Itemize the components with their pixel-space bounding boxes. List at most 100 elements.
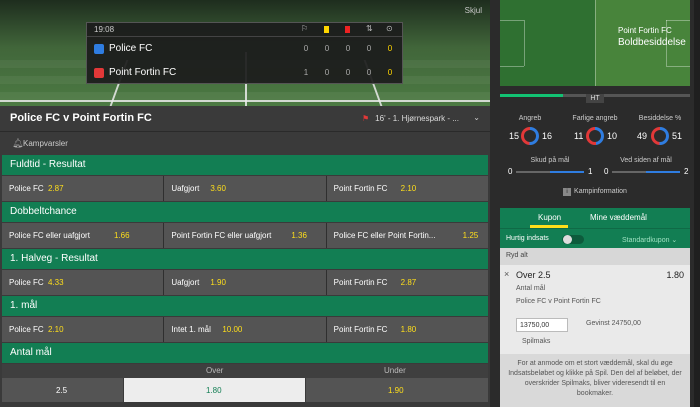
stake-input[interactable] (516, 318, 568, 332)
home-red-cards: 0 (345, 44, 351, 53)
odds-button[interactable]: Police FC 2.10 (2, 317, 164, 342)
bet-odds: 1.80 (666, 270, 684, 280)
away-score: 0 (387, 68, 393, 77)
home-yellow-cards: 0 (324, 44, 330, 53)
stat-dangerous-attacks: Farlige angreb 11 10 (563, 115, 627, 155)
market-row-first-half: Police FC 4.33 Uafgjort 1.90 Point Fortin … (2, 270, 488, 295)
outcome-name: Police FC (9, 278, 44, 287)
corner-flag-icon: ⚑ (362, 114, 370, 123)
outcome-name: Police FC eller Point Fortin... (333, 231, 436, 240)
stat-label: Skud på mål (530, 157, 570, 164)
stat-away: 10 (607, 131, 618, 141)
stat-home: 11 (574, 131, 584, 141)
tab-coupon[interactable]: Kupon (538, 213, 561, 222)
match-alerts[interactable]: 🔔︎ Kampvarsler (0, 133, 490, 154)
stat-shots-on-target: Skud på mål 0 1 (504, 157, 596, 179)
odds-button[interactable]: Police FC 2.87 (2, 176, 164, 201)
odds-button[interactable]: Police FC 4.33 (2, 270, 164, 295)
away-team-row: Point Fortin FC 1 0 0 0 0 (87, 61, 402, 85)
hide-scoreboard-button[interactable]: Skjul (465, 6, 482, 15)
market-title: Dobbeltchance (10, 206, 77, 217)
standard-coupon-dropdown[interactable]: Standardkupon ⌄ (622, 236, 677, 244)
corner-icon: ⚐ (301, 24, 309, 33)
odds-button[interactable]: Intet 1. mål 10.00 (164, 317, 326, 342)
stat-home: 49 (637, 131, 648, 141)
outcome-odds: 4.33 (48, 278, 64, 287)
shots-on-target-away-bar (550, 171, 584, 173)
market-header-fulltime[interactable]: Fuldtid - Resultat (2, 155, 488, 175)
last-event-dropdown[interactable]: ⚑ 16' - 1. Hjørnespark - ... (362, 114, 459, 123)
stat-label: Farlige angreb (572, 115, 618, 122)
odds-button[interactable]: Point Fortin FC 1.80 (326, 317, 488, 342)
outcome-name: Intet 1. mål (171, 325, 211, 334)
outcome-name: Point Fortin FC (333, 278, 388, 287)
match-main-panel: Skjul 19:08 ⚐ ⇅ ⊙ Police FC 0 0 0 0 0 Po… (0, 0, 490, 407)
under-odds-button[interactable]: 1.90 (306, 378, 488, 402)
remove-selection-icon[interactable]: × (504, 269, 509, 279)
bet-market: Antal mål (516, 285, 546, 292)
match-header: Police FC v Point Fortin FC ⚑ 16' - 1. Hj… (0, 106, 490, 132)
penalty-icon: ⊙ (386, 24, 393, 33)
stat-shots-off-target: Ved siden af mål 0 2 (600, 157, 692, 179)
max-stake-link[interactable]: Spilmaks (522, 338, 550, 345)
away-yellow-cards: 0 (324, 68, 330, 77)
market-header-first-goal[interactable]: 1. mål (2, 296, 488, 316)
info-icon: i (563, 188, 572, 196)
outcome-odds: 3.60 (210, 184, 226, 193)
outcome-name: Police FC (9, 325, 44, 334)
outcome-odds: 2.10 (48, 325, 64, 334)
tab-my-bets[interactable]: Mine væddemål (590, 213, 647, 222)
market-header-double-chance[interactable]: Dobbeltchance (2, 202, 488, 222)
outcome-name: Uafgjort (171, 184, 200, 193)
quick-bet-toggle[interactable] (562, 235, 584, 244)
match-info-link[interactable]: i Kampinformation (500, 188, 690, 196)
outcome-odds: 1.66 (114, 231, 130, 240)
sidebar-scrollbar[interactable] (694, 0, 700, 407)
shots-off-target-away-bar (646, 171, 680, 173)
odds-button[interactable]: Police FC eller uafgjort 1.66 (2, 223, 164, 248)
stat-ring (651, 127, 669, 145)
match-clock: 19:08 (94, 25, 115, 34)
outcome-name: Police FC eller uafgjort (9, 231, 90, 240)
match-pitch-visual: Skjul 19:08 ⚐ ⇅ ⊙ Police FC 0 0 0 0 0 Po… (0, 0, 490, 106)
stat-label: Besiddelse % (638, 115, 682, 122)
stat-home: 0 (508, 167, 513, 176)
toggle-knob (563, 235, 572, 244)
home-substitutions: 0 (366, 44, 372, 53)
odds-button[interactable]: Point Fortin FC 2.10 (326, 176, 488, 201)
market-row-first-goal: Police FC 2.10 Intet 1. mål 10.00 Point Fo… (2, 317, 488, 342)
over-under-row: 2.5 1.80 1.90 (2, 378, 488, 402)
market-title: 1. mål (10, 300, 38, 311)
yellow-card-icon (324, 26, 329, 33)
stat-away: 16 (542, 131, 553, 141)
odds-button[interactable]: Uafgjort 1.90 (164, 270, 326, 295)
market-row-double-chance: Police FC eller uafgjort 1.66 Point Forti… (2, 223, 488, 248)
outcome-odds: 1.90 (210, 278, 226, 287)
clear-all-button[interactable]: Ryd alt (506, 252, 528, 259)
match-info-label: Kampinformation (574, 188, 627, 195)
market-header-first-half[interactable]: 1. Halveg - Resultat (2, 249, 488, 269)
odds-button[interactable]: Police FC eller Point Fortin... 1.25 (326, 223, 488, 248)
chevron-down-icon[interactable]: ⌄ (473, 113, 480, 122)
red-card-icon (345, 26, 350, 33)
halftime-marker: HT (586, 94, 604, 103)
over-under-header: Over Under (2, 364, 488, 378)
bell-icon: 🔔︎ (12, 138, 24, 148)
odds-button[interactable]: Point Fortin FC eller uafgjort 1.36 (164, 223, 326, 248)
stat-away: 2 (684, 167, 689, 176)
away-team-name: Point Fortin FC (109, 67, 177, 78)
point-fortin-shirt-icon (94, 68, 104, 78)
outcome-odds: 1.36 (291, 231, 307, 240)
away-substitutions: 0 (366, 68, 372, 77)
outcome-odds: 2.87 (48, 184, 64, 193)
stat-label: Angreb (518, 115, 542, 122)
odds-button[interactable]: Point Fortin FC 2.87 (326, 270, 488, 295)
market-header-goals[interactable]: Antal mål (2, 343, 488, 363)
match-alerts-label: Kampvarsler (23, 139, 68, 148)
odds-button[interactable]: Uafgjort 3.60 (164, 176, 326, 201)
market-title: Fuldtid - Resultat (10, 159, 86, 170)
away-red-cards: 0 (345, 68, 351, 77)
last-event-text: 16' - 1. Hjørnespark - ... (375, 114, 459, 123)
over-odds-button[interactable]: 1.80 (124, 378, 305, 402)
possession-team: Point Fortin FC (618, 26, 672, 35)
